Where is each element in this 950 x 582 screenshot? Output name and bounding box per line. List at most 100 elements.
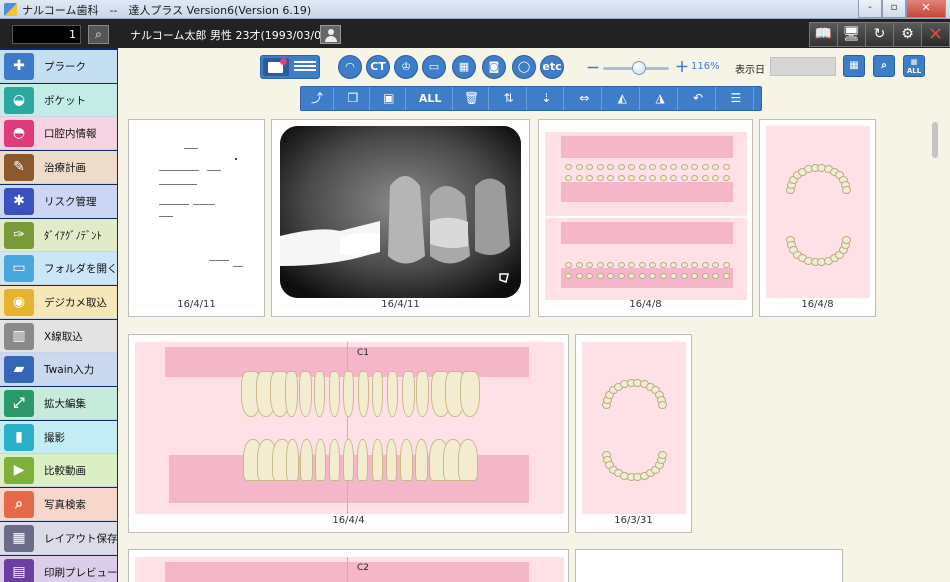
tooth-marker bbox=[701, 273, 709, 279]
flip-down-button[interactable]: ⇣ bbox=[529, 87, 565, 110]
sidebar-item-label: 口腔内情報 bbox=[44, 128, 97, 141]
view-mode-toggle[interactable] bbox=[260, 55, 320, 79]
thumbnail-document[interactable]: 16/4/11 bbox=[128, 119, 265, 317]
tooth-marker bbox=[596, 175, 604, 181]
category-etc-button[interactable]: etc bbox=[540, 55, 564, 79]
capture-icon: ▮ bbox=[4, 423, 34, 451]
category-ct-button[interactable]: CT bbox=[366, 55, 390, 79]
sidebar-item-label: フォルダを開く bbox=[44, 263, 118, 276]
sidebar-item-camera[interactable]: ◉ デジカメ取込 bbox=[0, 285, 117, 319]
thumbnail-date: 16/4/11 bbox=[177, 299, 216, 310]
sidebar-item-layout[interactable]: ▦ レイアウト保存 bbox=[0, 521, 118, 555]
sidebar-item-label: ﾀﾞｲｱｸﾞﾉﾃﾞﾝﾄ bbox=[44, 229, 102, 242]
category-grid-button[interactable]: ▦ bbox=[452, 55, 476, 79]
arch-icon: ◯ bbox=[517, 60, 531, 73]
calendar-button[interactable]: ▦ bbox=[843, 55, 865, 77]
vertical-scrollbar[interactable] bbox=[930, 116, 940, 582]
category-tooth-button[interactable]: ♔ bbox=[394, 55, 418, 79]
tooth-marker bbox=[680, 273, 688, 279]
tooth-marker bbox=[691, 175, 698, 181]
tooth-marker bbox=[575, 262, 583, 268]
tooth-marker bbox=[649, 164, 656, 170]
sidebar-item-xray[interactable]: ▥ X線取込 bbox=[0, 319, 117, 353]
flip-horizontal-button[interactable]: ⇔ bbox=[567, 87, 603, 110]
tooth-marker bbox=[596, 164, 604, 170]
list-button[interactable]: ☰ bbox=[719, 87, 754, 110]
undo-button[interactable]: ↶ bbox=[681, 87, 716, 110]
sidebar-item-capture[interactable]: ▮ 撮影 bbox=[0, 420, 117, 454]
tooth-marker bbox=[842, 186, 851, 194]
thumbnail-view-icon[interactable] bbox=[263, 58, 289, 76]
tooth-marker bbox=[712, 175, 719, 181]
tooth-marker bbox=[680, 175, 688, 181]
thumbnail-periodontal-chart[interactable]: 16/4/8 bbox=[538, 119, 753, 317]
copy-button[interactable]: ❐ bbox=[337, 87, 370, 110]
tooth-marker bbox=[607, 164, 614, 170]
sidebar-item-label: デジカメ取込 bbox=[44, 296, 107, 309]
flip-vertical-button[interactable]: ⇅ bbox=[492, 87, 527, 110]
trash-button[interactable]: 🗑 bbox=[456, 87, 489, 110]
tooth-marker bbox=[638, 273, 646, 279]
category-arch-button[interactable]: ◯ bbox=[512, 55, 536, 79]
thumbnail-dental-arch[interactable]: 16/4/8 bbox=[759, 119, 876, 317]
thumbnail-dental-arch[interactable]: 16/3/31 bbox=[575, 334, 692, 533]
sidebar-item-expand[interactable]: ⤢ 拡大編集 bbox=[0, 387, 117, 420]
app-window: ナルコーム歯科 -- 達人プラス Version6(Version 6.19) … bbox=[0, 0, 950, 582]
chart-lower bbox=[545, 218, 747, 300]
rotate-left-button[interactable]: ◭ bbox=[605, 87, 641, 110]
tooth-marker bbox=[659, 164, 667, 170]
thumbnail-xray[interactable]: 16/4/11 bbox=[271, 119, 530, 317]
sidebar-item-print[interactable]: ▤ 印刷プレビュー bbox=[0, 555, 118, 582]
sidebar-item-pocket[interactable]: ◒ ポケット bbox=[0, 83, 117, 117]
rotate-right-icon: ◮ bbox=[655, 91, 665, 105]
rotate-right-button[interactable]: ◮ bbox=[643, 87, 679, 110]
lower-tooth bbox=[300, 439, 314, 481]
sidebar-item-plaque[interactable]: ✚ プラーク bbox=[0, 50, 117, 83]
sidebar-item-risk[interactable]: ✱ リスク管理 bbox=[0, 184, 117, 218]
thumbnail-dental-chart[interactable]: C1 16/4/4 bbox=[128, 334, 569, 533]
minimize-button[interactable]: ‐ bbox=[858, 0, 882, 18]
window-close-button[interactable]: ✕ bbox=[906, 0, 946, 18]
patient-number-field[interactable]: 1 bbox=[12, 25, 81, 44]
patient-search-button[interactable]: ⌕ bbox=[88, 25, 109, 44]
select-all-button[interactable]: ALL bbox=[409, 87, 453, 110]
flip-vertical-icon: ⇅ bbox=[503, 91, 514, 105]
refresh-button[interactable]: ↻ bbox=[865, 22, 894, 47]
image-button[interactable]: ▣ bbox=[373, 87, 406, 110]
sidebar-item-label: プラーク bbox=[44, 61, 86, 73]
export-button[interactable]: ⤴ bbox=[301, 87, 334, 110]
patient-profile-button[interactable] bbox=[320, 25, 341, 44]
tooth-marker bbox=[658, 401, 667, 409]
category-intraoral-button[interactable]: ◠ bbox=[338, 55, 362, 79]
sidebar-item-mouth[interactable]: ◓ 口腔内情報 bbox=[0, 117, 117, 151]
thumbnail-dental-chart[interactable]: C2 bbox=[128, 549, 569, 582]
tooth-marker bbox=[607, 262, 614, 268]
thumbnail-blank[interactable] bbox=[575, 549, 843, 582]
list-view-icon[interactable] bbox=[294, 59, 316, 75]
app-close-button[interactable]: ✕ bbox=[921, 22, 950, 47]
sidebar-item-folder[interactable]: ▭ フォルダを開く bbox=[0, 252, 118, 286]
zoom-slider-handle[interactable] bbox=[632, 61, 647, 75]
monitor-button[interactable]: 🖥 bbox=[837, 22, 866, 47]
upper-tooth bbox=[328, 371, 340, 417]
maximize-button[interactable]: ▫ bbox=[882, 0, 906, 18]
zoom-in-button[interactable]: ＋ bbox=[675, 57, 689, 77]
book-button[interactable]: 📖 bbox=[809, 22, 838, 47]
sidebar-item-compare[interactable]: ▶ 比較動画 bbox=[0, 454, 117, 488]
undo-icon: ↶ bbox=[692, 91, 704, 105]
sidebar-item-photo-search[interactable]: ⌕ 写真検索 bbox=[0, 488, 117, 522]
tooth-marker bbox=[565, 262, 572, 268]
category-panorama-button[interactable]: ▭ bbox=[422, 55, 446, 79]
zoom-slider[interactable] bbox=[603, 61, 669, 75]
sidebar-item-scanner[interactable]: ▰ Twain入力 bbox=[0, 353, 117, 387]
category-camera-button[interactable]: ◙ bbox=[482, 55, 506, 79]
zoom-out-button[interactable]: － bbox=[586, 58, 600, 78]
all-dates-button[interactable]: ▦ ALL bbox=[903, 55, 925, 77]
settings-button[interactable]: ⚙ bbox=[893, 22, 922, 47]
date-search-button[interactable]: ⌕ bbox=[873, 55, 895, 77]
sidebar-item-diagnodent[interactable]: ✑ ﾀﾞｲｱｸﾞﾉﾃﾞﾝﾄ bbox=[0, 218, 117, 252]
scrollbar-thumb[interactable] bbox=[932, 122, 938, 158]
sidebar-item-plan[interactable]: ✎ 治療計画 bbox=[0, 151, 117, 185]
display-date-field[interactable] bbox=[770, 57, 836, 76]
window-title: ナルコーム歯科 -- 達人プラス Version6(Version 6.19) bbox=[22, 4, 312, 17]
